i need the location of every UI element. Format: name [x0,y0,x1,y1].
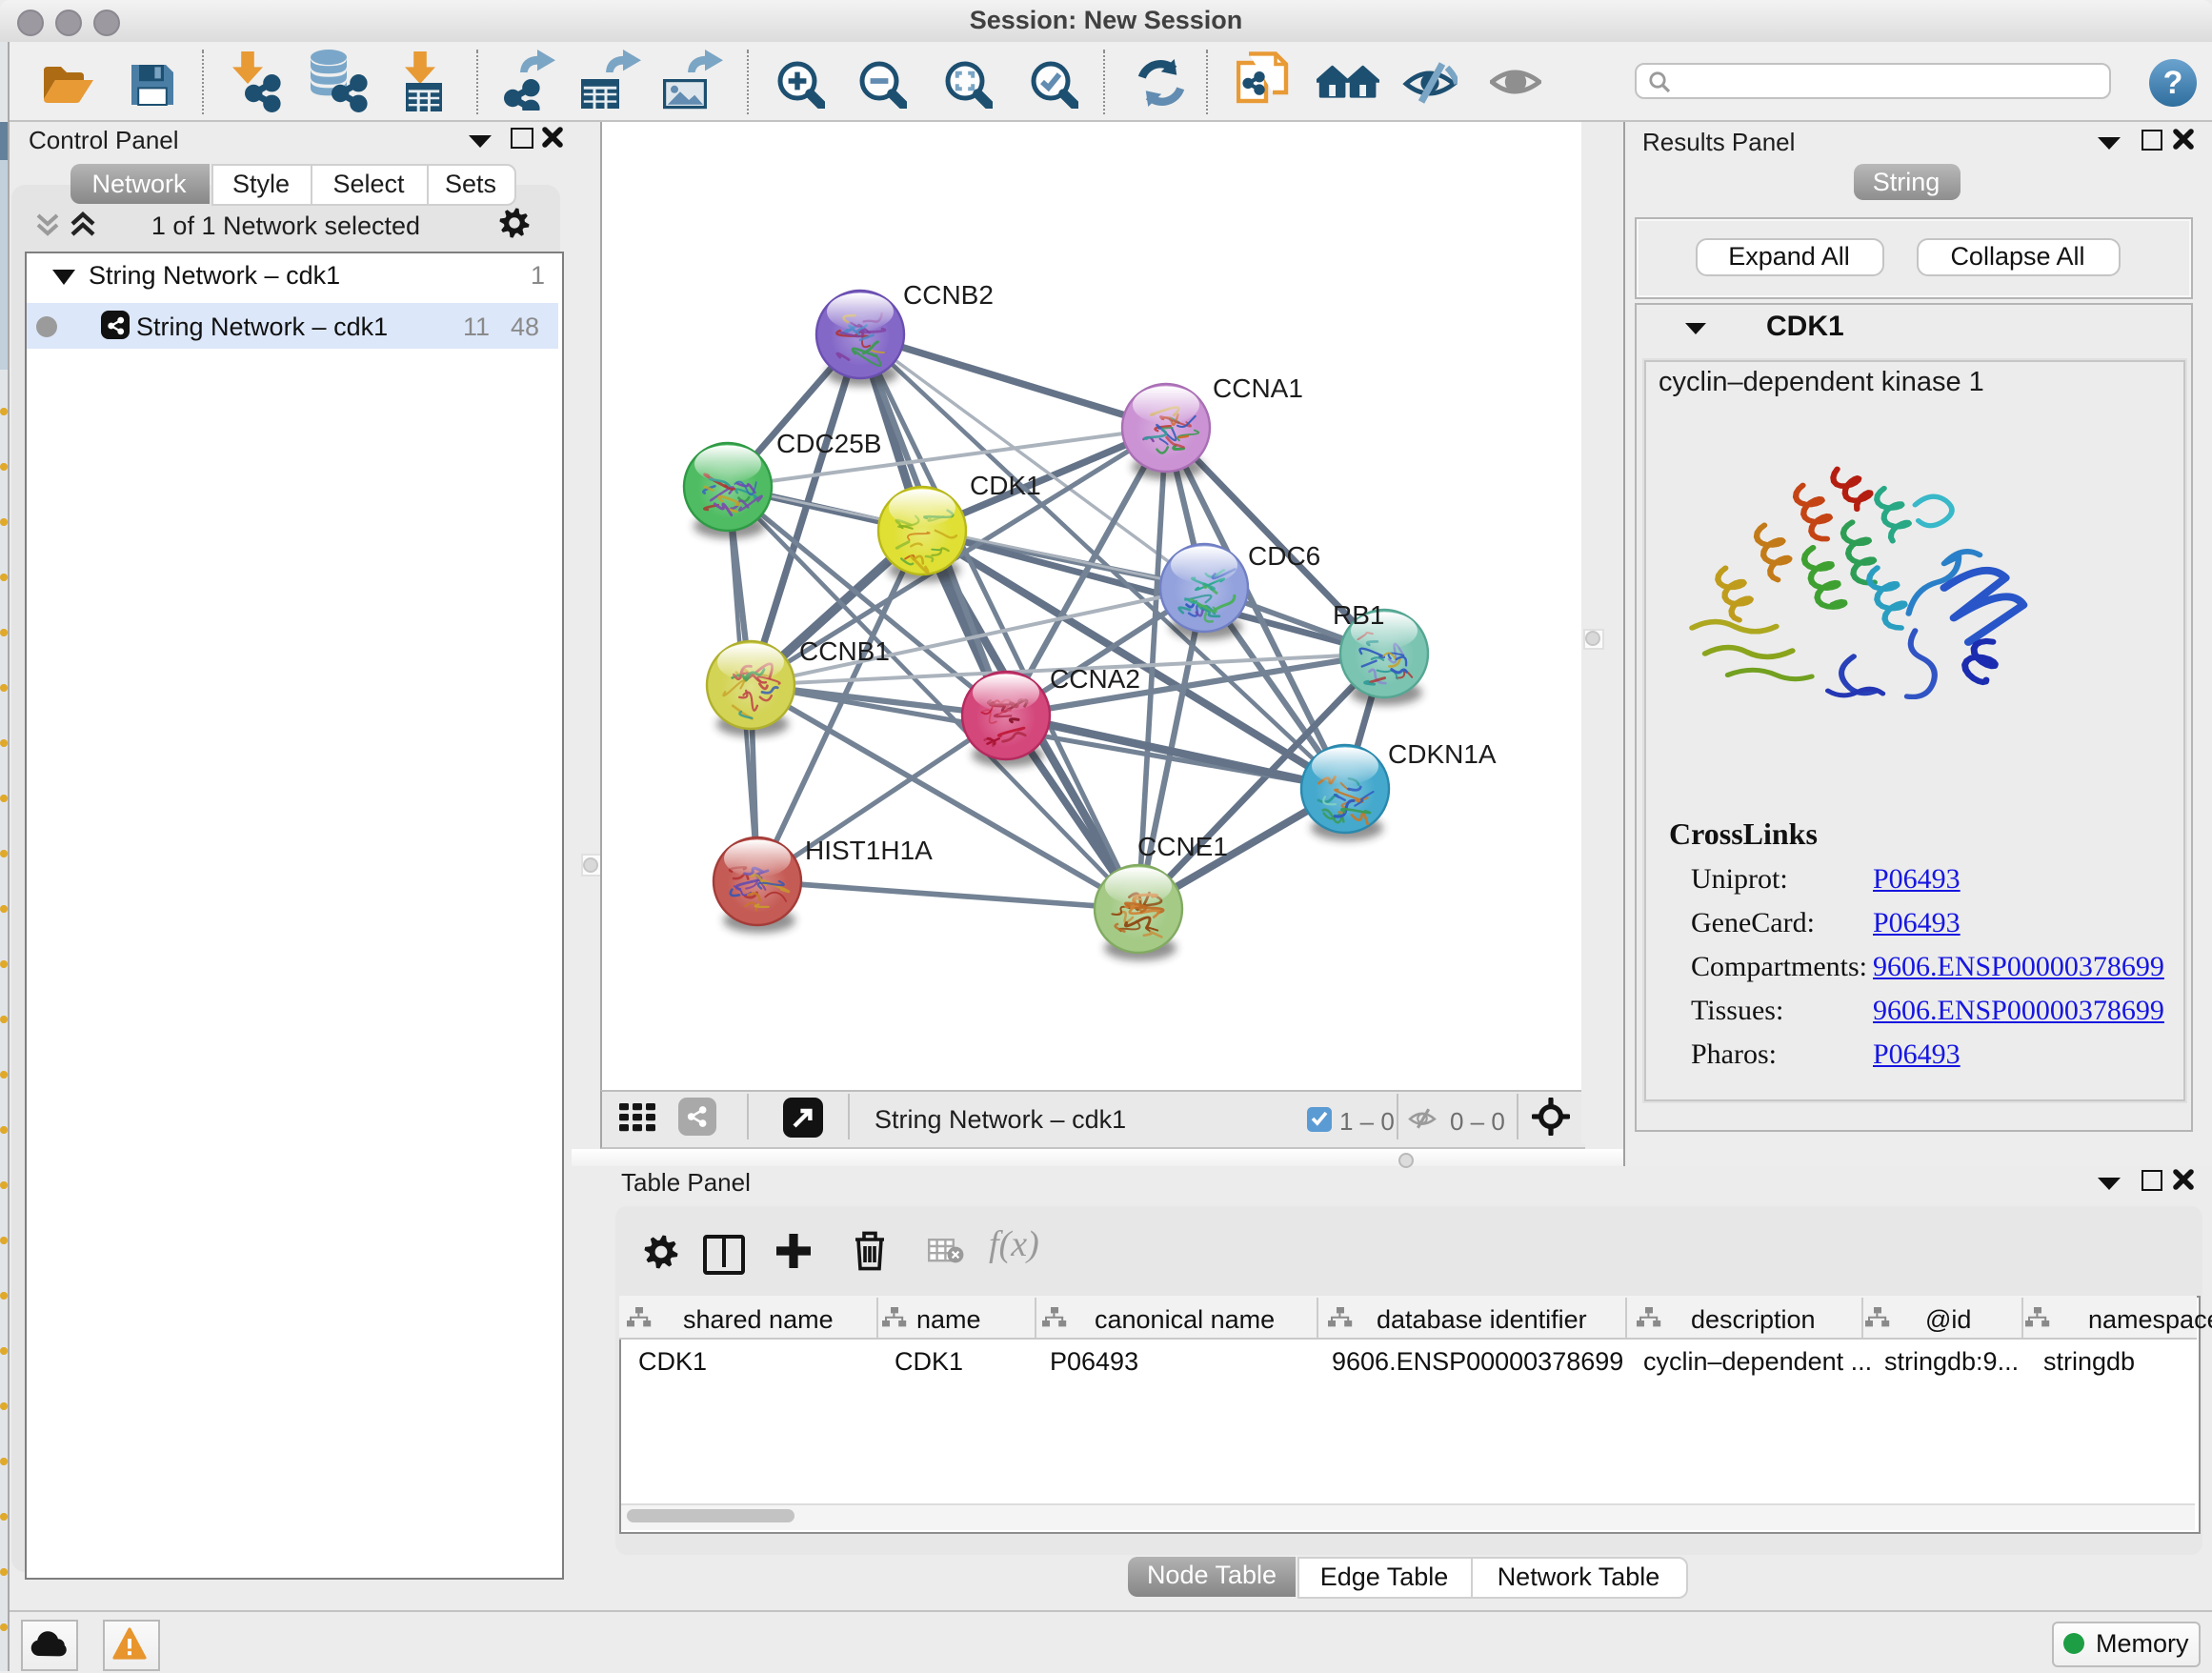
svg-text:CDC6: CDC6 [1248,540,1320,570]
svg-text:CDK1: CDK1 [970,470,1041,499]
svg-text:HIST1H1A: HIST1H1A [805,835,933,864]
svg-text:CDC25B: CDC25B [776,428,881,457]
svg-text:CCNB1: CCNB1 [799,635,890,665]
svg-text:CCNA2: CCNA2 [1050,663,1140,693]
svg-text:RB1: RB1 [1333,599,1384,629]
svg-text:CCNA1: CCNA1 [1213,373,1303,402]
svg-text:CCNE1: CCNE1 [1137,831,1228,860]
svg-text:CDKN1A: CDKN1A [1388,738,1497,768]
svg-text:CCNB2: CCNB2 [903,279,994,309]
